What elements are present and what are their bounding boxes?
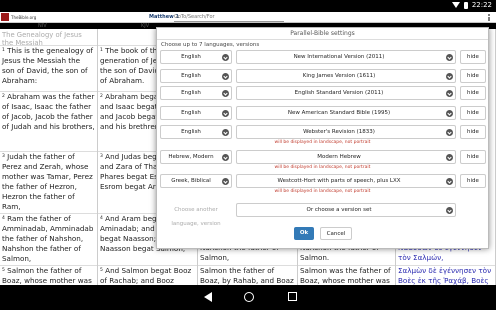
chevron-down-icon [446, 90, 453, 97]
version-row: Hebrew, Modern Modern Hebrew hide [160, 150, 486, 164]
chevron-down-icon [446, 154, 453, 161]
chevron-down-icon [222, 54, 229, 61]
version-select[interactable]: English Standard Version (2011) [236, 86, 456, 100]
chevron-down-icon [446, 110, 453, 117]
verse[interactable]: 4 Ram the father of Amminadab, Amminadab… [0, 213, 97, 264]
app-bar: TheBible.org Matthew 1 [0, 12, 496, 23]
logo-text: TheBible.org [11, 15, 37, 20]
bible-logo-icon[interactable] [1, 13, 9, 21]
status-icons: 22:22 [451, 1, 492, 9]
version-select[interactable]: Westcott-Hort with parts of speech, plus… [236, 174, 456, 188]
parallel-bible-settings-dialog: Parallel-Bible settings Choose up to 7 l… [156, 27, 489, 249]
chevron-down-icon [222, 178, 229, 185]
language-select[interactable]: English [160, 106, 232, 120]
version-row: English Webster's Revision (1833) hide [160, 125, 486, 139]
back-icon[interactable] [204, 292, 212, 302]
hide-button[interactable]: hide [460, 86, 486, 100]
search-input[interactable] [174, 13, 284, 22]
version-select[interactable]: Webster's Revision (1833) [236, 125, 456, 139]
version-row: English New American Standard Bible (199… [160, 106, 486, 120]
dialog-subtitle: Choose up to 7 languages, versions [161, 42, 260, 48]
language-select[interactable]: Greek, Biblical [160, 174, 232, 188]
verse[interactable]: 1 This is the genealogy of Jesus the Mes… [0, 45, 97, 86]
language-select[interactable]: English [160, 125, 232, 139]
add-version-row: Choose another language, version Or choo… [160, 203, 486, 227]
landscape-warning: will be displayed in landscape, not port… [274, 189, 371, 194]
bible-column-niv: The Genealogy of Jesus the Messiah 1 Thi… [0, 29, 98, 295]
recent-apps-icon[interactable] [288, 292, 297, 301]
navigation-bar [0, 285, 496, 310]
chevron-down-icon [446, 207, 453, 214]
wifi-icon [451, 2, 460, 8]
hide-button[interactable]: hide [460, 69, 486, 83]
battery-icon [463, 1, 468, 9]
hide-button[interactable]: hide [460, 150, 486, 164]
chevron-down-icon [222, 90, 229, 97]
language-select[interactable]: English [160, 86, 232, 100]
home-icon[interactable] [244, 292, 254, 302]
cancel-button[interactable]: Cancel [320, 227, 352, 240]
chevron-down-icon [222, 73, 229, 80]
hide-button[interactable]: hide [460, 50, 486, 64]
status-bar: 22:22 [0, 0, 496, 12]
chevron-down-icon [446, 129, 453, 136]
chevron-down-icon [222, 154, 229, 161]
landscape-warning: will be displayed in landscape, not port… [274, 165, 371, 170]
hide-button[interactable]: hide [460, 174, 486, 188]
verse[interactable]: 2 Abraham was the father of Isaac, Isaac… [0, 91, 97, 132]
dialog-title: Parallel-Bible settings [157, 28, 488, 40]
chevron-down-icon [446, 178, 453, 185]
overflow-menu-icon[interactable] [488, 14, 490, 21]
landscape-warning: will be displayed in landscape, not port… [274, 140, 371, 145]
chevron-down-icon [222, 129, 229, 136]
version-row: English King James Version (1611) hide [160, 69, 486, 83]
chevron-down-icon [446, 54, 453, 61]
chevron-down-icon [222, 110, 229, 117]
language-select[interactable]: English [160, 50, 232, 64]
version-row: English English Standard Version (2011) … [160, 86, 486, 100]
version-select[interactable]: King James Version (1611) [236, 69, 456, 83]
verse[interactable]: 3 Judah the father of Perez and Zerah, w… [0, 151, 97, 212]
other-language-select[interactable]: Choose another language, version [160, 203, 232, 227]
version-select[interactable]: New American Standard Bible (1995) [236, 106, 456, 120]
hide-button[interactable]: hide [460, 125, 486, 139]
version-row: English New International Version (2011)… [160, 50, 486, 64]
version-row: Greek, Biblical Westcott-Hort with parts… [160, 174, 486, 188]
version-select[interactable]: Modern Hebrew [236, 150, 456, 164]
ok-button[interactable]: Ok [294, 227, 314, 240]
hide-button[interactable]: hide [460, 106, 486, 120]
version-set-select[interactable]: Or choose a version set [236, 203, 456, 217]
version-select[interactable]: New International Version (2011) [236, 50, 456, 64]
chevron-down-icon [446, 73, 453, 80]
status-time: 22:22 [471, 1, 492, 9]
language-select[interactable]: English [160, 69, 232, 83]
language-select[interactable]: Hebrew, Modern [160, 150, 232, 164]
